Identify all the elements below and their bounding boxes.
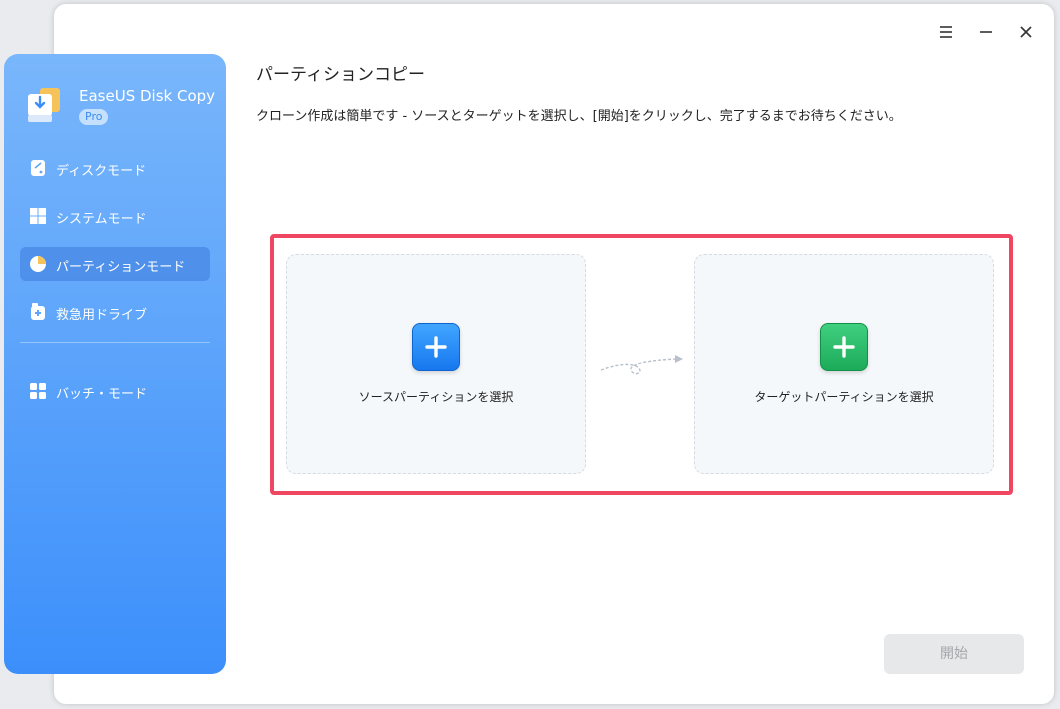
add-source-button[interactable]: [412, 323, 460, 371]
sidebar-item-disk-mode[interactable]: ディスクモード: [20, 151, 210, 185]
start-button[interactable]: 開始: [884, 634, 1024, 674]
page-subtitle: クローン作成は簡単です - ソースとターゲットを選択し、[開始]をクリックし、完…: [256, 109, 902, 124]
plus-icon: [833, 336, 855, 358]
sidebar-item-rescue-drive[interactable]: 救急用ドライブ: [20, 295, 210, 329]
grid-icon: [29, 382, 47, 400]
pro-badge: Pro: [79, 109, 109, 125]
add-target-button[interactable]: [820, 323, 868, 371]
menu-icon[interactable]: [936, 22, 956, 42]
close-icon[interactable]: [1016, 22, 1036, 42]
plus-icon: [425, 336, 447, 358]
sidebar-item-batch-mode[interactable]: バッチ・モード: [20, 374, 210, 408]
sidebar-item-label: ディスクモード: [56, 164, 147, 179]
target-card-label: ターゲットパーティションを選択: [754, 390, 934, 404]
sidebar-item-label: 救急用ドライブ: [56, 308, 148, 323]
sidebar-item-label: パーティションモード: [56, 260, 186, 275]
sidebar-item-label: バッチ・モード: [56, 387, 148, 402]
disk-icon: [29, 159, 47, 177]
windows-icon: [29, 207, 47, 225]
brand: EaseUS Disk Copy Pro: [26, 84, 216, 134]
arrow-icon: [599, 348, 689, 384]
sidebar-item-label: システムモード: [56, 212, 147, 227]
sidebar-divider: [20, 342, 210, 343]
sidebar-item-partition-mode[interactable]: パーティションモード: [20, 247, 210, 281]
disk-copy-logo-icon: [26, 86, 62, 124]
page-title: パーティションコピー: [256, 65, 425, 85]
sidebar: EaseUS Disk Copy Pro ディスクモード システムモード パーテ…: [4, 54, 226, 674]
rescue-drive-icon: [29, 303, 47, 321]
pie-chart-icon: [29, 255, 47, 273]
minimize-icon[interactable]: [976, 22, 996, 42]
source-card-label: ソースパーティションを選択: [358, 390, 514, 404]
app-name: EaseUS Disk Copy: [79, 87, 216, 105]
partition-selection-area: ソースパーティションを選択 ターゲットパーティションを選択: [270, 234, 1013, 495]
target-partition-card[interactable]: ターゲットパーティションを選択: [694, 254, 994, 474]
source-partition-card[interactable]: ソースパーティションを選択: [286, 254, 586, 474]
sidebar-item-system-mode[interactable]: システムモード: [20, 199, 210, 233]
